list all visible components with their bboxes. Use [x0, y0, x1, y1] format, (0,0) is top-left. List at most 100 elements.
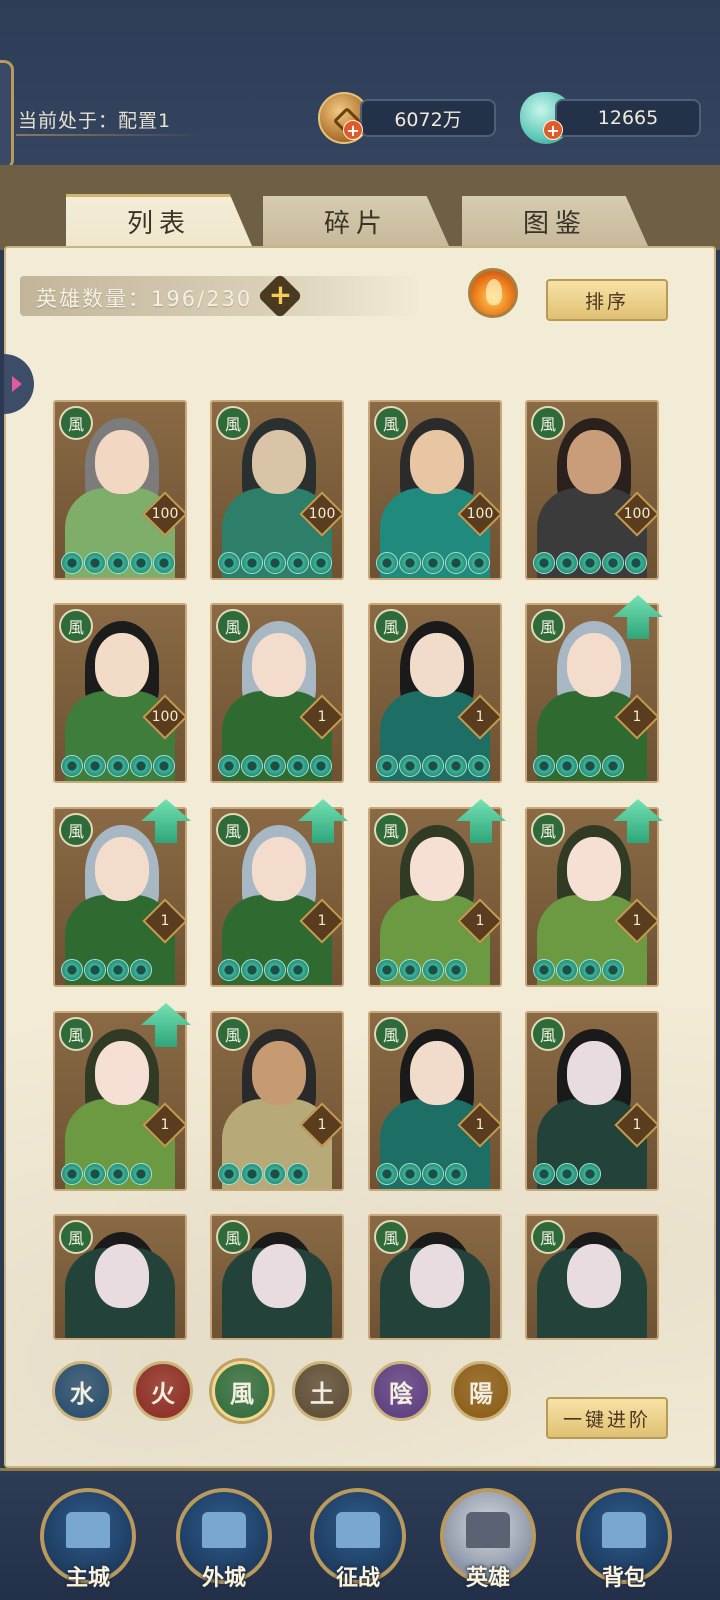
wind-element-icon: 風	[374, 1220, 408, 1254]
jade-star-icon	[445, 959, 467, 981]
jade-star-icon	[376, 959, 398, 981]
tab-fragments[interactable]: 碎片	[263, 196, 449, 246]
hero-level: 1	[475, 709, 485, 725]
hero-portrait-face	[567, 633, 621, 697]
hero-card[interactable]: 風 100	[53, 603, 187, 783]
jade-star-icon	[287, 552, 309, 574]
hero-level: 1	[160, 1117, 170, 1133]
wind-element-icon: 風	[59, 609, 93, 643]
jade-star-icon	[241, 959, 263, 981]
hero-star-rating	[376, 959, 467, 981]
jade-star-icon	[241, 755, 263, 777]
jade-star-icon	[422, 552, 444, 574]
hero-star-rating	[218, 1163, 309, 1185]
hero-portrait-face	[567, 1244, 621, 1308]
jade-star-icon	[468, 552, 490, 574]
jade-star-icon	[241, 552, 263, 574]
nav-label: 背包	[601, 1566, 646, 1591]
config-underline	[16, 134, 206, 136]
jade-star-icon	[310, 552, 332, 574]
wind-element-icon: 風	[59, 406, 93, 440]
hero-portrait-face	[410, 837, 464, 901]
hero-card[interactable]: 風1	[368, 603, 502, 783]
wind-element-icon: 風	[531, 813, 565, 847]
wind-element-icon: 風	[531, 1017, 565, 1051]
one-click-advance-button[interactable]: 一键进阶	[546, 1397, 668, 1439]
jade-star-icon	[84, 959, 106, 981]
jade-star-icon	[445, 552, 467, 574]
hero-portrait-face	[95, 1244, 149, 1308]
jade-star-icon	[107, 755, 129, 777]
jade-star-icon	[61, 755, 83, 777]
jade-star-icon	[153, 755, 175, 777]
hero-card[interactable]: 風1	[210, 603, 344, 783]
hero-level: 100	[623, 506, 651, 522]
fire-icon[interactable]	[468, 268, 518, 318]
hero-level: 1	[317, 913, 327, 929]
hero-card[interactable]: 風 100	[53, 400, 187, 580]
hero-portrait-face	[252, 1244, 306, 1308]
jade-star-icon	[422, 1163, 444, 1185]
hero-portrait-face	[252, 430, 306, 494]
hero-card[interactable]: 風 100	[525, 400, 659, 580]
hero-star-rating	[61, 552, 175, 574]
element-filter-5[interactable]: 陰	[371, 1361, 431, 1421]
hero-card[interactable]: 風1	[525, 1011, 659, 1191]
jade-star-icon	[310, 755, 332, 777]
element-filter-6[interactable]: 陽	[451, 1361, 511, 1421]
element-filter-1[interactable]: 水	[52, 1361, 112, 1421]
element-filter-4[interactable]: 土	[292, 1361, 352, 1421]
wind-element-icon: 風	[59, 813, 93, 847]
hero-card[interactable]: 風	[53, 1214, 187, 1340]
tab-codex[interactable]: 图鉴	[462, 196, 648, 246]
wind-element-icon: 風	[216, 609, 250, 643]
hero-card[interactable]: 風1	[210, 1011, 344, 1191]
hero-star-rating	[533, 1163, 601, 1185]
hero-level: 100	[151, 506, 179, 522]
hero-level: 1	[632, 709, 642, 725]
jade-star-icon	[556, 552, 578, 574]
hero-icon	[466, 1512, 510, 1548]
hero-level: 1	[317, 1117, 327, 1133]
hero-card[interactable]: 風1	[368, 1011, 502, 1191]
jade-star-icon	[218, 959, 240, 981]
jade-star-icon	[445, 1163, 467, 1185]
jade-star-icon	[556, 959, 578, 981]
hero-star-rating	[533, 959, 624, 981]
jade-star-icon	[84, 552, 106, 574]
hero-star-rating	[218, 552, 332, 574]
element-filter-3[interactable]: 風	[212, 1361, 272, 1421]
hero-portrait-face	[252, 837, 306, 901]
jade-star-icon	[264, 959, 286, 981]
add-gems-button[interactable]: +	[543, 120, 563, 140]
hero-star-rating	[218, 959, 309, 981]
element-filter-2[interactable]: 火	[133, 1361, 193, 1421]
jade-star-icon	[61, 959, 83, 981]
config-label[interactable]: 当前处于：配置1	[18, 106, 171, 133]
hero-card[interactable]: 風	[525, 1214, 659, 1340]
hero-card[interactable]: 風	[210, 1214, 344, 1340]
jade-star-icon	[376, 552, 398, 574]
hero-level: 1	[632, 913, 642, 929]
hero-card[interactable]: 風 100	[368, 400, 502, 580]
sort-button[interactable]: 排序	[546, 279, 668, 321]
hero-level: 1	[160, 913, 170, 929]
main-city-icon	[66, 1512, 110, 1548]
hero-level: 1	[317, 709, 327, 725]
nav-label: 英雄	[465, 1566, 510, 1591]
jade-star-icon	[61, 1163, 83, 1185]
jade-star-icon	[533, 552, 555, 574]
jade-star-icon	[287, 959, 309, 981]
hero-card[interactable]: 風 100	[210, 400, 344, 580]
tab-list[interactable]: 列表	[66, 194, 252, 246]
hero-portrait-face	[95, 1041, 149, 1105]
jade-star-icon	[130, 552, 152, 574]
jade-star-icon	[533, 1163, 555, 1185]
hero-portrait-face	[410, 633, 464, 697]
hero-star-rating	[61, 959, 152, 981]
jade-star-icon	[579, 959, 601, 981]
jade-star-icon	[61, 552, 83, 574]
jade-star-icon	[264, 552, 286, 574]
add-coins-button[interactable]: +	[343, 120, 363, 140]
hero-card[interactable]: 風	[368, 1214, 502, 1340]
